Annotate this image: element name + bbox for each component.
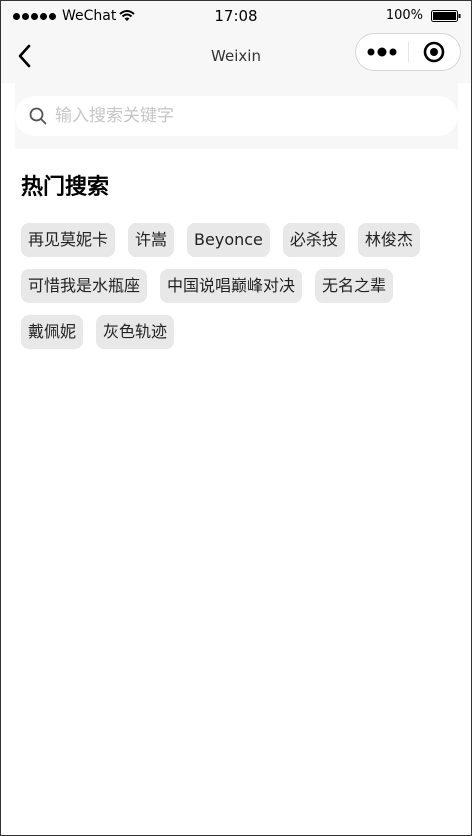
status-bar: WeChat 17:08 100%: [1, 1, 471, 31]
hot-tag[interactable]: 林俊杰: [357, 223, 420, 257]
hot-tag[interactable]: Beyonce: [187, 223, 270, 257]
more-dots-icon: [367, 47, 397, 57]
more-button[interactable]: [356, 34, 408, 70]
hot-tag[interactable]: 再见莫妮卡: [21, 223, 116, 257]
hot-tag[interactable]: 戴佩妮: [21, 315, 84, 349]
hot-tag[interactable]: 灰色轨迹: [96, 315, 175, 349]
battery-percent: 100%: [385, 8, 423, 23]
close-target-icon: [423, 41, 445, 63]
hot-search-tags: 再见莫妮卡 许嵩 Beyonce 必杀技 林俊杰 可惜我是水瓶座 中国说唱巅峰对…: [21, 223, 451, 349]
mini-program-capsule: [355, 33, 461, 71]
phone-frame: WeChat 17:08 100% Weixin 输入搜索关键字 热门搜索 再见…: [0, 0, 472, 836]
search-input[interactable]: [53, 105, 437, 127]
hot-tag[interactable]: 中国说唱巅峰对决: [160, 269, 303, 303]
close-button[interactable]: [408, 34, 460, 70]
hot-tag[interactable]: 许嵩: [128, 223, 175, 257]
search-box[interactable]: [15, 96, 458, 136]
hot-tag[interactable]: 必杀技: [282, 223, 345, 257]
battery-icon: [431, 9, 461, 22]
hot-tag[interactable]: 无名之辈: [315, 269, 394, 303]
status-right: 100%: [386, 8, 461, 23]
hot-tag[interactable]: 可惜我是水瓶座: [21, 269, 148, 303]
search-icon: [29, 107, 47, 125]
search-area: [15, 83, 458, 149]
nav-bar: Weixin: [1, 31, 471, 83]
hot-search-title: 热门搜索: [21, 175, 110, 200]
